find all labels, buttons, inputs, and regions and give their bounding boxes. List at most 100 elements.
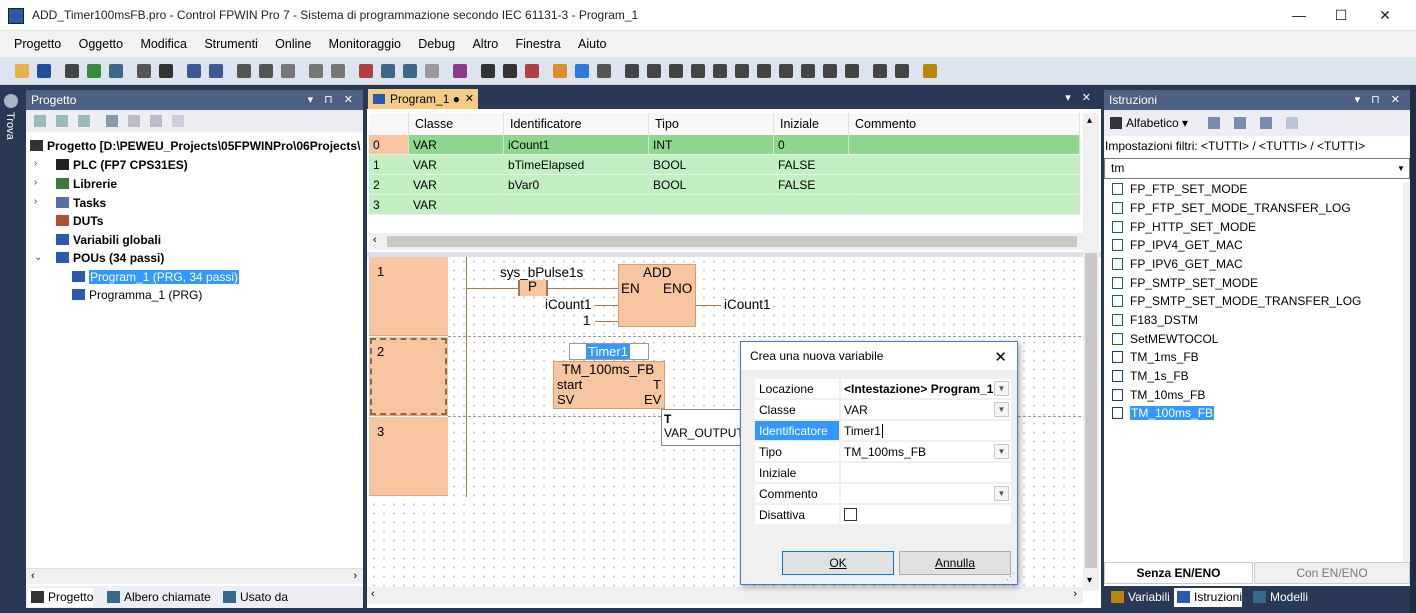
close-window-button[interactable]: ✕: [1362, 0, 1408, 31]
table-row[interactable]: 3 VAR: [369, 195, 1080, 215]
minimize-button[interactable]: —: [1276, 0, 1322, 31]
iniziale-input[interactable]: [841, 463, 1011, 483]
properties-icon[interactable]: [106, 115, 118, 127]
chevron-down-icon[interactable]: ▼: [994, 444, 1009, 459]
senza-en-eno-button[interactable]: Senza EN/ENO: [1104, 562, 1253, 584]
coil-icon[interactable]: [754, 61, 774, 81]
pencil-icon[interactable]: [622, 61, 642, 81]
grid-icon[interactable]: [422, 61, 442, 81]
redo-icon[interactable]: [328, 61, 348, 81]
distribute-icon[interactable]: [892, 61, 912, 81]
tab-program-1[interactable]: Program_1 ● ✕: [368, 89, 478, 109]
editor-controls[interactable]: ▾ ✕: [1065, 91, 1095, 104]
collapse-icon[interactable]: [56, 115, 68, 127]
menu-monitoraggio[interactable]: Monitoraggio: [322, 31, 408, 57]
trova-tab[interactable]: Trova: [4, 112, 16, 140]
delete-icon[interactable]: [150, 115, 162, 127]
variable-icon[interactable]: [920, 61, 940, 81]
clear-filter-icon[interactable]: [1286, 117, 1298, 129]
expander-chevron-icon[interactable]: ›: [34, 196, 37, 207]
horizontal-line-icon[interactable]: [666, 61, 686, 81]
list-item[interactable]: TM_1s_FB: [1108, 367, 1189, 385]
build-icon[interactable]: [84, 61, 104, 81]
list-item[interactable]: FP_IPV4_GET_MAC: [1108, 236, 1243, 254]
list-item[interactable]: FP_IPV6_GET_MAC: [1108, 255, 1243, 273]
insert-branch-icon[interactable]: [500, 61, 520, 81]
add-output[interactable]: iCount1: [724, 297, 771, 312]
instructions-panel-controls[interactable]: ▾ ⊓ ✕: [1355, 90, 1404, 110]
expander-chevron-icon[interactable]: ⌄: [34, 252, 42, 263]
menu-modifica[interactable]: Modifica: [133, 31, 194, 57]
filter-type-icon[interactable]: [1208, 117, 1220, 129]
online-icon[interactable]: [356, 61, 376, 81]
menu-strumenti[interactable]: Strumenti: [197, 31, 265, 57]
add-input-1[interactable]: iCount1: [545, 297, 592, 312]
list-item-selected[interactable]: TM_100ms_FB: [1108, 404, 1215, 422]
project-panel-controls[interactable]: ▾ ⊓ ✕: [308, 90, 357, 110]
table-row[interactable]: 2 VAR bVar0 BOOL FALSE: [369, 175, 1080, 195]
instruction-search-input[interactable]: tm ▼: [1104, 158, 1410, 179]
project-root[interactable]: Progetto [D:\PEWEU_Projects\05FPWINPro\0…: [30, 137, 360, 155]
monitor-icon[interactable]: [378, 61, 398, 81]
contact-nc-icon[interactable]: [710, 61, 730, 81]
declaration-hscrollbar[interactable]: ‹: [369, 233, 1083, 250]
insert-comment-icon[interactable]: [594, 61, 614, 81]
rung-number[interactable]: 2: [369, 337, 448, 416]
chevron-down-icon[interactable]: ▼: [1393, 159, 1409, 178]
expander-chevron-icon[interactable]: ›: [34, 177, 37, 188]
sort-dropdown[interactable]: Alfabetico ▾: [1110, 116, 1188, 130]
tab-istruzioni[interactable]: Istruzioni: [1174, 588, 1243, 607]
list-item[interactable]: FP_SMTP_SET_MODE: [1108, 274, 1258, 292]
save-icon[interactable]: [34, 61, 54, 81]
list-item[interactable]: FP_FTP_SET_MODE: [1108, 180, 1247, 198]
tree-node-duts[interactable]: DUTs: [56, 212, 103, 230]
tab-variabili[interactable]: Variabili: [1108, 588, 1170, 607]
insert-fb-icon[interactable]: [572, 61, 592, 81]
tab-progetto[interactable]: Progetto: [28, 588, 94, 607]
tree-node-pous[interactable]: POUs (34 passi): [56, 249, 164, 267]
print-icon[interactable]: [156, 61, 176, 81]
col-header-identificatore[interactable]: Identificatore: [504, 113, 649, 135]
contact-p-icon[interactable]: [732, 61, 752, 81]
project-hscrollbar[interactable]: ‹ ›: [26, 568, 363, 584]
cut-icon[interactable]: [234, 61, 254, 81]
disattiva-checkbox[interactable]: [844, 508, 857, 521]
classe-select[interactable]: VAR ▼: [841, 400, 1011, 420]
menu-online[interactable]: Online: [268, 31, 318, 57]
print-preview-icon[interactable]: [134, 61, 154, 81]
ok-button[interactable]: OK: [782, 551, 894, 575]
identificatore-input[interactable]: Timer1: [841, 421, 1011, 441]
menu-aiuto[interactable]: Aiuto: [571, 31, 614, 57]
insert-line-icon[interactable]: [478, 61, 498, 81]
list-item[interactable]: TM_10ms_FB: [1108, 386, 1205, 404]
col-header-tipo[interactable]: Tipo: [649, 113, 774, 135]
commento-select[interactable]: ▼: [841, 484, 1011, 504]
tab-albero-chiamate[interactable]: Albero chiamate: [104, 588, 211, 607]
insert-network-icon[interactable]: [550, 61, 570, 81]
chevron-down-icon[interactable]: ▼: [994, 402, 1009, 417]
debug-icon[interactable]: [450, 61, 470, 81]
filter-group-icon[interactable]: [1234, 117, 1246, 129]
tipo-select[interactable]: TM_100ms_FB ▼: [841, 442, 1011, 462]
list-item[interactable]: F183_DSTM: [1108, 311, 1198, 329]
instructions-vscrollbar[interactable]: [1403, 182, 1410, 562]
list-item[interactable]: FP_SMTP_SET_MODE_TRANSFER_LOG: [1108, 292, 1361, 310]
filter-icon[interactable]: [172, 115, 184, 127]
line-draw-icon[interactable]: [644, 61, 664, 81]
monitor-all-icon[interactable]: [400, 61, 420, 81]
tree-node-plc[interactable]: PLC (FP7 CPS31ES): [56, 156, 188, 174]
menu-progetto[interactable]: Progetto: [7, 31, 68, 57]
return-icon[interactable]: [842, 61, 862, 81]
timer-function-block[interactable]: TM_100ms_FB start T SV EV: [553, 361, 665, 409]
add-function-block[interactable]: ADD EN ENO: [618, 264, 696, 327]
col-header-commento[interactable]: Commento: [849, 113, 1080, 135]
annulla-button[interactable]: Annulla: [899, 551, 1011, 575]
rung-number[interactable]: 1: [369, 257, 448, 336]
list-item[interactable]: FP_HTTP_SET_MODE: [1108, 218, 1256, 236]
tree-node-program-1[interactable]: Program_1 (PRG, 34 passi): [72, 268, 240, 286]
table-row[interactable]: 0 VAR iCount1 INT 0: [369, 135, 1080, 155]
col-header-classe[interactable]: Classe: [409, 113, 504, 135]
rung-number[interactable]: 3: [369, 417, 448, 496]
contact-no-icon[interactable]: [688, 61, 708, 81]
undo-icon[interactable]: [306, 61, 326, 81]
